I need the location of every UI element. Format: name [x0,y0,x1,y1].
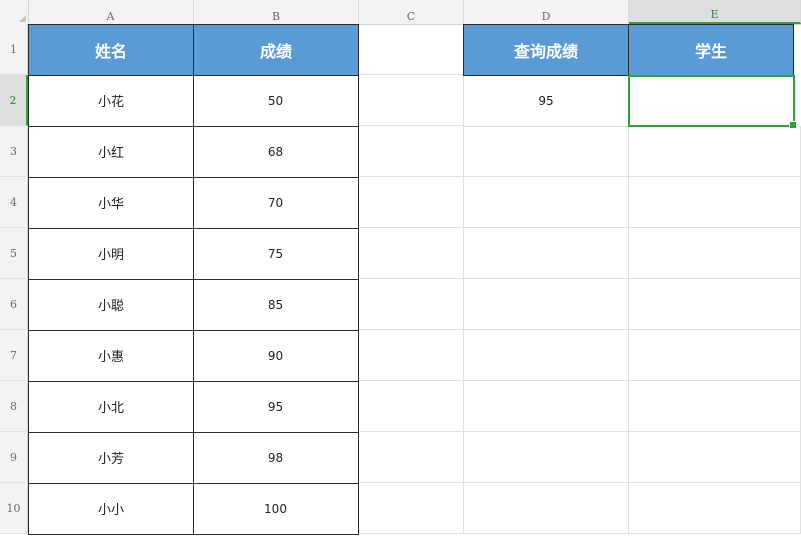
name-cell[interactable]: 小北 [28,381,194,433]
empty-cell[interactable] [629,177,801,228]
score-cell[interactable]: 85 [193,279,359,331]
score-cell[interactable]: 68 [193,126,359,178]
score-cell[interactable]: 70 [193,177,359,229]
name-cell[interactable]: 小明 [28,228,194,280]
header-cell-score[interactable]: 成绩 [193,24,359,76]
column-header-d[interactable]: D [464,0,629,24]
name-cell[interactable]: 小红 [28,126,194,178]
empty-cell[interactable] [359,75,464,126]
select-all-icon [19,15,26,22]
score-cell[interactable]: 90 [193,330,359,382]
empty-cell[interactable] [464,483,629,534]
row-header-2[interactable]: 2 [0,75,28,126]
empty-cell[interactable] [464,228,629,279]
empty-cell[interactable] [359,177,464,228]
empty-cell[interactable] [359,228,464,279]
row-header-1[interactable]: 1 [0,24,28,75]
empty-cell[interactable] [464,126,629,177]
column-header-strip: A B C D E [0,0,801,25]
empty-cell[interactable] [359,126,464,177]
name-cell[interactable]: 小芳 [28,432,194,484]
empty-cell[interactable] [359,432,464,483]
empty-cell[interactable] [629,126,801,177]
spreadsheet-grid: A B C D E 1 2 3 4 5 6 7 8 9 10 姓名 成绩 查询成… [0,0,801,540]
name-cell[interactable]: 小花 [28,75,194,127]
empty-cell[interactable] [359,330,464,381]
row-header-6[interactable]: 6 [0,279,28,330]
empty-cell[interactable] [464,432,629,483]
empty-cell[interactable] [464,330,629,381]
empty-cell[interactable] [359,381,464,432]
empty-cell[interactable] [629,483,801,534]
empty-cell[interactable] [629,228,801,279]
header-cell-query-score[interactable]: 查询成绩 [463,24,629,76]
empty-cell[interactable] [359,24,464,75]
empty-cell[interactable] [464,279,629,330]
empty-cell[interactable] [464,177,629,228]
column-header-e[interactable]: E [629,0,801,24]
empty-cell[interactable] [464,381,629,432]
header-cell-student[interactable]: 学生 [628,24,794,76]
column-header-a[interactable]: A [28,0,194,24]
empty-cell[interactable] [629,330,801,381]
row-header-8[interactable]: 8 [0,381,28,432]
name-cell[interactable]: 小华 [28,177,194,229]
name-cell[interactable]: 小惠 [28,330,194,382]
empty-cell[interactable] [629,381,801,432]
row-header-4[interactable]: 4 [0,177,28,228]
column-header-b[interactable]: B [194,0,359,24]
column-header-c[interactable]: C [359,0,464,24]
row-header-7[interactable]: 7 [0,330,28,381]
name-cell[interactable]: 小聪 [28,279,194,331]
row-header-9[interactable]: 9 [0,432,28,483]
empty-cell[interactable] [359,279,464,330]
query-student-cell[interactable] [629,76,794,127]
query-score-cell[interactable]: 95 [464,76,629,127]
score-cell[interactable]: 95 [193,381,359,433]
select-all-corner[interactable] [0,0,29,24]
empty-cell[interactable] [629,432,801,483]
row-header-3[interactable]: 3 [0,126,28,177]
row-header-10[interactable]: 10 [0,483,28,534]
name-cell[interactable]: 小小 [28,483,194,535]
empty-cell[interactable] [359,483,464,534]
row-header-5[interactable]: 5 [0,228,28,279]
header-cell-name[interactable]: 姓名 [28,24,194,76]
score-cell[interactable]: 50 [193,75,359,127]
score-cell[interactable]: 100 [193,483,359,535]
score-cell[interactable]: 75 [193,228,359,280]
score-cell[interactable]: 98 [193,432,359,484]
empty-cell[interactable] [629,279,801,330]
